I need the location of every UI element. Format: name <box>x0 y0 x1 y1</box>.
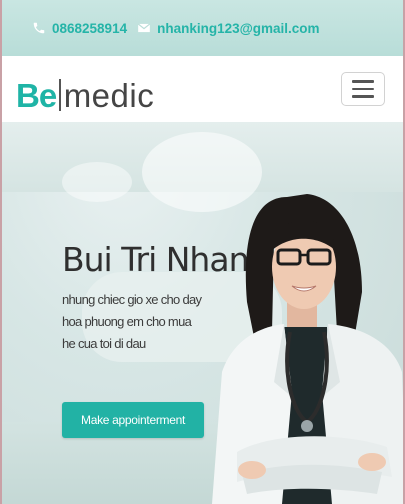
email-contact[interactable]: nhanking123@gmail.com <box>137 20 320 36</box>
hero-title: Bui Tri Nhan <box>62 240 249 279</box>
brand-logo[interactable]: Be medic <box>16 79 154 112</box>
logo-accent: Be <box>16 76 57 114</box>
phone-icon <box>33 22 45 34</box>
hero-text: Bui Tri Nhan nhung chiec gio xe cho day … <box>62 240 249 355</box>
hero-subtitle: nhung chiec gio xe cho day hoa phuong em… <box>62 292 202 351</box>
hamburger-icon <box>352 80 374 83</box>
contact-bar: 0868258914 nhanking123@gmail.com <box>2 0 403 56</box>
make-appointment-button[interactable]: Make appointerment <box>62 402 204 438</box>
hero-section: Bui Tri Nhan nhung chiec gio xe cho day … <box>2 122 403 504</box>
phone-number: 0868258914 <box>52 20 128 36</box>
envelope-icon <box>137 23 151 33</box>
navbar: Be medic <box>2 56 403 122</box>
phone-contact[interactable]: 0868258914 <box>32 21 127 36</box>
email-address: nhanking123@gmail.com <box>157 20 320 36</box>
logo-divider <box>59 79 61 111</box>
menu-toggle-button[interactable] <box>341 72 385 106</box>
doctor-image <box>212 194 403 504</box>
logo-text: medic <box>63 76 155 114</box>
